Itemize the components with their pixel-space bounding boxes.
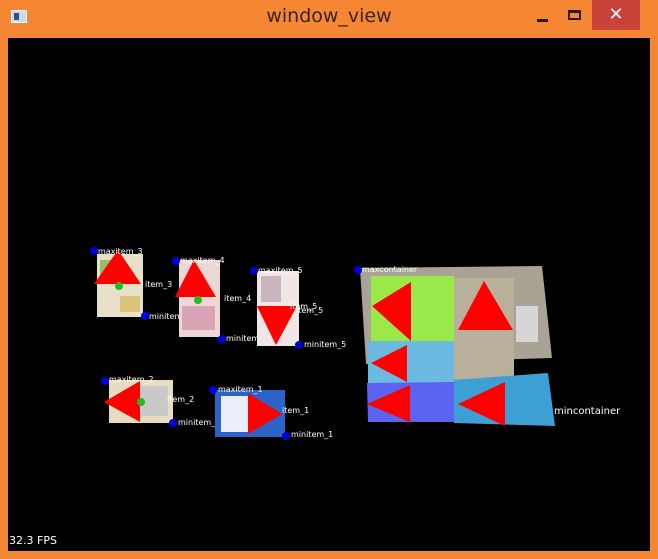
fps-counter: 32.3 FPS [9,534,57,547]
item-3-overlap-label: item_3 [145,280,172,289]
close-button[interactable]: ✕ [592,0,640,30]
maximize-icon [567,10,581,20]
container-cell-tan-2 [454,341,514,380]
item-1: maxitem_1 minitem_1 item_1 [209,385,333,440]
item-4-min-point [218,335,226,343]
minitem-5-label: minitem_5 [304,340,346,349]
title-bar[interactable]: window_view ✕ [0,0,658,36]
item-5-max-point [250,267,258,275]
item-5-min-point [295,341,303,349]
close-icon: ✕ [608,4,624,25]
item-2-max-point [101,377,109,385]
item-5-overlap-label-2: item_5 [296,306,323,315]
container: maxcontainer mincontainer [354,265,621,426]
item-2-min-point [169,419,177,427]
item-4-center-point [194,296,202,304]
maximize-button[interactable] [559,0,589,30]
maxitem-1-label: maxitem_1 [218,385,263,394]
item-1-image-detail [221,396,249,432]
item-1-max-point [209,386,217,394]
item-3-center-point [115,282,123,290]
item-3-max-point [90,247,98,255]
item-2-overlap-label: item_2 [167,395,194,404]
minitem-1-label: minitem_1 [291,430,333,439]
minimize-button[interactable] [527,0,557,30]
item-4-max-point [172,257,180,265]
item-2-center-point [137,398,145,406]
maxcontainer-label: maxcontainer [362,265,418,274]
maxitem-3-label: maxitem_3 [98,247,143,256]
item-5-image-detail [261,276,281,302]
item-2: maxitem_2 minitem_2 item_2 [101,375,220,427]
container-max-point [354,266,362,274]
maxitem-2-label: maxitem_2 [109,375,154,384]
item-3-min-point [141,312,149,320]
render-viewport[interactable]: maxitem_3 minitem_3 item_3 maxitem_4 min… [8,38,650,551]
item-4-overlap-label: item_4 [224,294,251,303]
item-1-overlap-label: item_1 [282,406,309,415]
maxitem-4-label: maxitem_4 [180,256,225,265]
mincontainer-label: mincontainer [554,406,621,417]
minimize-icon [536,18,548,22]
item-1-min-point [282,432,290,440]
app-window: window_view ✕ maxitem_3 minitem_3 item_3… [0,0,658,559]
minitem-2-label: minitem_2 [178,418,220,427]
maxitem-5-label: maxitem_5 [258,266,303,275]
item-5: maxitem_5 minitem_5 item_5 item_5 [250,266,346,349]
container-image-detail [516,306,538,342]
item-3-image-detail [120,296,140,312]
item-4-image-detail [182,306,215,330]
scene-canvas: maxitem_3 minitem_3 item_3 maxitem_4 min… [90,247,621,440]
